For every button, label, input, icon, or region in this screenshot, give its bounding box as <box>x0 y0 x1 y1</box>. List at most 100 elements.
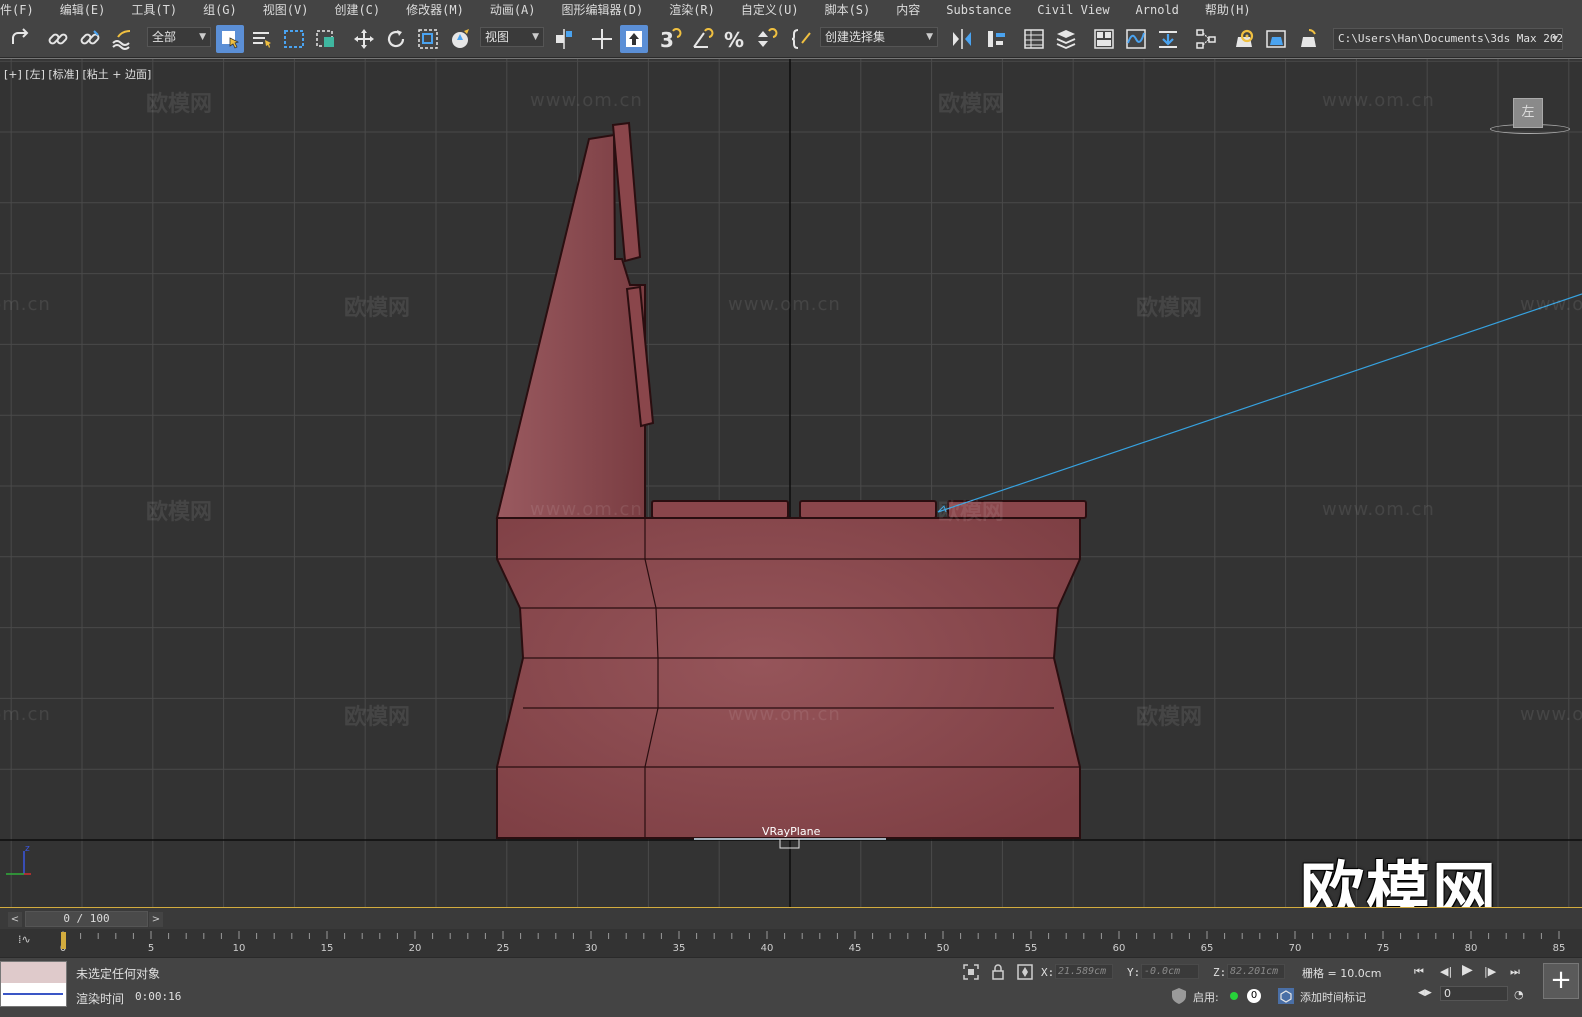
menu-group[interactable]: 组(G) <box>190 0 250 20</box>
menu-rendering[interactable]: 渲染(R) <box>656 0 728 20</box>
ruler-tick-label: 40 <box>761 943 774 954</box>
select-and-place-button[interactable] <box>446 25 474 53</box>
menu-arnold[interactable]: Arnold <box>1123 0 1192 20</box>
select-and-rotate-button[interactable] <box>382 25 410 53</box>
select-manipulate-button[interactable] <box>588 25 616 53</box>
menu-graph-editors[interactable]: 图形编辑器(D) <box>549 0 657 20</box>
align-button[interactable] <box>982 25 1010 53</box>
shield-icon[interactable] <box>1170 987 1188 1005</box>
redo-button[interactable] <box>6 25 34 53</box>
angle-snap-icon <box>693 28 714 48</box>
window-crossing-button[interactable] <box>312 25 340 53</box>
enable-count-badge[interactable]: 0 <box>1247 989 1261 1003</box>
seat-cushion-2[interactable] <box>799 500 937 519</box>
render-setup-icon <box>1236 29 1254 47</box>
select-object-button[interactable] <box>216 25 244 53</box>
previous-frame-icon[interactable]: ◀| <box>1440 965 1452 978</box>
back-cushion-upper[interactable] <box>611 121 642 263</box>
time-tag-icon[interactable] <box>1277 987 1295 1005</box>
bind-space-warp-button[interactable] <box>108 25 136 53</box>
menu-content[interactable]: 内容 <box>883 0 933 20</box>
play-icon[interactable]: ▶ <box>1462 962 1473 978</box>
x-coord-field[interactable]: 21.589cm <box>1055 964 1113 979</box>
mirror-button[interactable] <box>948 25 976 53</box>
named-selection-dropdown[interactable]: 创建选择集 ▼ <box>820 27 938 47</box>
unlink-button[interactable] <box>76 25 104 53</box>
menu-view[interactable]: 视图(V) <box>250 0 322 20</box>
viewport-left[interactable]: z [+] [左] [标准] [粘土 + 边面] 欧模网 www.om.cn 欧… <box>0 58 1582 907</box>
seat-cushion-1[interactable] <box>651 500 789 519</box>
select-and-move-button[interactable] <box>350 25 378 53</box>
next-frame-icon[interactable]: |▶ <box>1484 965 1496 978</box>
go-to-end-icon[interactable]: ⏭ <box>1510 965 1520 979</box>
dope-sheet-button[interactable] <box>1154 25 1182 53</box>
select-and-link-button[interactable] <box>44 25 72 53</box>
schematic-view-button[interactable] <box>1192 25 1220 53</box>
time-config-icon[interactable]: ◔ <box>1514 988 1524 1001</box>
spinner-snap-button[interactable] <box>752 25 780 53</box>
time-slider-thumb[interactable]: 0 / 100 <box>25 911 148 927</box>
angle-snap-button[interactable] <box>688 25 716 53</box>
track-bar[interactable]: ⁞∿ 0510152025303540455055606570758085 <box>0 929 1582 957</box>
select-and-scale-button[interactable] <box>414 25 442 53</box>
pivot-center-button[interactable] <box>550 25 578 53</box>
menu-help[interactable]: 帮助(H) <box>1192 0 1264 20</box>
selection-lock-icon[interactable] <box>990 963 1006 981</box>
menu-scripting[interactable]: 脚本(S) <box>812 0 884 20</box>
select-by-name-icon <box>253 32 271 48</box>
rendered-frame-window-button[interactable] <box>1262 25 1290 53</box>
project-folder-path[interactable]: C:\Users\Han\Documents\3ds Max 2022 ▼ <box>1333 28 1563 50</box>
snaps-toggle-button[interactable]: 3 <box>656 25 684 53</box>
svg-text:3: 3 <box>660 28 674 51</box>
named-selection-value: 创建选择集 <box>825 30 886 44</box>
percent-snap-button[interactable]: % <box>720 25 748 53</box>
reference-coordinate-dropdown[interactable]: 视图 ▼ <box>480 27 544 47</box>
viewport-label[interactable]: [+] [左] [标准] [粘土 + 边面] <box>4 66 151 82</box>
absolute-mode-icon[interactable] <box>1016 963 1034 981</box>
selection-filter-dropdown[interactable]: 全部 ▼ <box>147 27 211 47</box>
current-frame-field[interactable]: 0 <box>1440 986 1508 1001</box>
add-key-button[interactable]: + <box>1543 963 1579 999</box>
layer-explorer-button[interactable] <box>1052 25 1080 53</box>
curve-editor-button[interactable] <box>1122 25 1150 53</box>
chevron-down-icon: ▼ <box>926 32 933 42</box>
spinner-snap-icon <box>758 28 778 47</box>
light-target-spline[interactable] <box>937 293 1582 513</box>
menu-modifiers[interactable]: 修改器(M) <box>393 0 477 20</box>
render-production-button[interactable] <box>1294 25 1322 53</box>
menu-edit[interactable]: 编辑(E) <box>47 0 119 20</box>
maxscript-listener[interactable] <box>0 961 67 1007</box>
add-time-tag-button[interactable]: 添加时间标记 <box>1300 989 1366 1005</box>
menu-create[interactable]: 创建(C) <box>321 0 393 20</box>
isolate-selection-icon[interactable] <box>962 963 980 981</box>
menu-customize[interactable]: 自定义(U) <box>728 0 812 20</box>
menu-civil-view[interactable]: Civil View <box>1024 0 1122 20</box>
rectangular-selection-button[interactable] <box>280 25 308 53</box>
seat-cushion-3[interactable] <box>947 500 1087 519</box>
ruler-tick-label: 45 <box>849 943 862 954</box>
pivot-icon <box>556 29 572 49</box>
x-coord-label: X: <box>1041 966 1055 979</box>
menu-file[interactable]: 文件(F) <box>0 0 47 20</box>
viewcube[interactable]: 左 <box>1513 98 1543 128</box>
sofa-base[interactable] <box>496 517 1081 839</box>
select-by-name-button[interactable] <box>248 25 276 53</box>
y-coord-field[interactable]: -0.0cm <box>1141 964 1199 979</box>
time-slider-track[interactable] <box>148 911 1548 927</box>
key-mode-toggle-icon[interactable]: ◀▶ <box>1418 988 1432 998</box>
viewport-scene: z <box>0 59 1582 907</box>
keyboard-shortcut-override-button[interactable] <box>620 25 648 53</box>
menu-tools[interactable]: 工具(T) <box>118 0 190 20</box>
z-coord-field[interactable]: 82.201cm <box>1227 964 1285 979</box>
toggle-ribbon-button[interactable] <box>1090 25 1118 53</box>
ruler-tick-label: 35 <box>673 943 686 954</box>
scene-explorer-button[interactable] <box>1020 25 1048 53</box>
menu-substance[interactable]: Substance <box>933 0 1024 20</box>
render-setup-button[interactable] <box>1230 25 1258 53</box>
time-slider[interactable]: < 0 / 100 > <box>0 907 1582 929</box>
menu-animation[interactable]: 动画(A) <box>477 0 549 20</box>
current-frame-marker[interactable] <box>61 932 66 949</box>
time-slider-prev-button[interactable]: < <box>8 912 22 927</box>
edit-named-selection-button[interactable] <box>788 25 816 53</box>
go-to-start-icon[interactable]: ⏮ <box>1414 965 1424 979</box>
